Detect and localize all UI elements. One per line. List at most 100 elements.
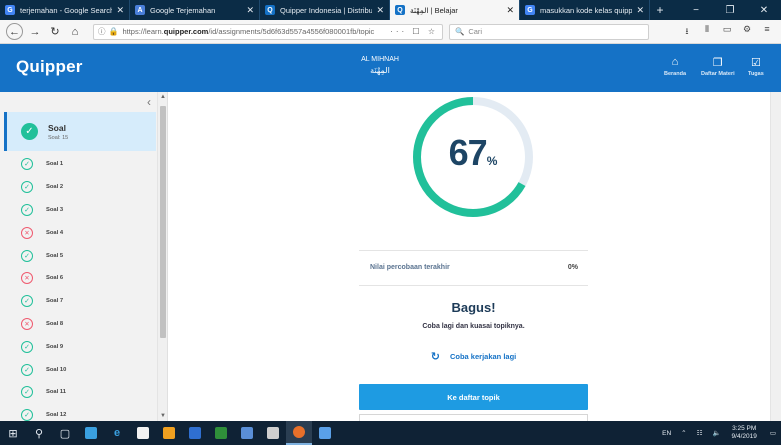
quipper-logo[interactable]: Quipper <box>16 57 83 77</box>
browser-toolbar: ⭳ ⫴ ▭ ⚙ ≡ <box>677 24 777 40</box>
question-label: Soal 1 <box>46 161 64 168</box>
volume-icon[interactable]: 🔈 <box>712 429 720 437</box>
check-circle-icon: ✓ <box>21 158 33 171</box>
back-arrow-icon[interactable]: ← <box>6 23 23 40</box>
browser-tab[interactable]: A Google Terjemahan ✕ <box>130 0 260 20</box>
last-attempt-label: Nilai percobaan terakhir <box>370 264 450 271</box>
minimize-icon[interactable]: − <box>679 0 713 20</box>
library-icon[interactable]: ⫴ <box>697 24 717 40</box>
question-list: ✓ Soal 1 ✓ Soal 2 ✓ Soal 3 ✕ Soal 4 ✓ Soal 5 ✕ Soal… <box>0 153 156 421</box>
sidebar-title: Soal <box>48 122 66 133</box>
last-attempt-row: Nilai percobaan terakhir 0% <box>370 264 578 271</box>
question-item[interactable]: ✓ Soal 1 <box>0 153 156 176</box>
nav-tugas[interactable]: ☑ Tugas <box>748 56 764 77</box>
course-title-arabic: المِهْنَة <box>370 66 390 75</box>
chevron-left-icon[interactable]: ‹ <box>147 95 151 109</box>
edge-icon[interactable]: e <box>104 421 130 445</box>
verdict-heading: Bagus! <box>451 300 496 315</box>
question-label: Soal 11 <box>46 389 66 396</box>
question-item[interactable]: ✕ Soal 8 <box>0 313 156 336</box>
menu-icon[interactable]: ≡ <box>757 24 777 40</box>
verdict-message: Coba lagi dan kuasai topiknya. <box>422 323 525 330</box>
windows-start-icon[interactable]: ⊞ <box>0 421 26 445</box>
question-item[interactable]: ✕ Soal 6 <box>0 267 156 290</box>
close-tab-icon[interactable]: ✕ <box>506 5 514 16</box>
clock[interactable]: 3:25 PM 9/4/2019 <box>732 425 757 441</box>
close-tab-icon[interactable]: ✕ <box>636 5 644 16</box>
lock-icon: 🔒 <box>108 27 119 36</box>
app-icon[interactable] <box>182 421 208 445</box>
extension-icon[interactable]: ⚙ <box>737 24 757 40</box>
google-icon: G <box>525 5 535 15</box>
question-item[interactable]: ✓ Soal 10 <box>0 358 156 381</box>
topic-list-button[interactable]: Ke daftar topik <box>359 384 588 410</box>
app-icon[interactable] <box>312 421 338 445</box>
check-icon: ✓ <box>21 123 38 140</box>
language-indicator[interactable]: EN <box>662 430 671 437</box>
cross-circle-icon: ✕ <box>21 317 33 330</box>
close-tab-icon[interactable]: ✕ <box>246 5 254 16</box>
app-icon[interactable] <box>78 421 104 445</box>
sidebar-toggle-icon[interactable]: ▭ <box>717 24 737 40</box>
nav-beranda[interactable]: ⌂ Beranda <box>664 56 686 77</box>
question-item[interactable]: ✓ Soal 7 <box>0 290 156 313</box>
maximize-icon[interactable]: ❐ <box>713 0 747 20</box>
scroll-thumb[interactable] <box>160 106 166 338</box>
scroll-down-icon[interactable]: ▼ <box>158 413 167 419</box>
download-icon[interactable]: ⭳ <box>677 24 697 40</box>
reload-icon[interactable]: ↻ <box>47 24 63 40</box>
browser-tab-label: Google Terjemahan <box>150 5 216 15</box>
close-window-icon[interactable]: ✕ <box>747 0 781 20</box>
app-header: Quipper AL MIHNAH المِهْنَة ⌂ Beranda ❐ … <box>0 44 781 92</box>
sidebar-header[interactable]: ✓ Soal Soal: 15 <box>4 112 156 151</box>
question-item[interactable]: ✓ Soal 9 <box>0 335 156 358</box>
forward-arrow-icon[interactable]: → <box>27 24 43 40</box>
app-icon[interactable] <box>234 421 260 445</box>
browser-tab-label: Quipper Indonesia | Distributo <box>280 5 373 15</box>
browser-tab[interactable]: Q Quipper Indonesia | Distributo ✕ <box>260 0 390 20</box>
question-item[interactable]: ✓ Soal 12 <box>0 404 156 421</box>
notification-icon[interactable]: ▭ <box>770 429 776 437</box>
divider <box>359 285 588 286</box>
scroll-up-icon[interactable]: ▲ <box>158 94 167 100</box>
tray-chevron-icon[interactable]: ⌃ <box>681 429 686 437</box>
page-actions-icon[interactable]: ··· ☐ ☆ <box>390 27 438 36</box>
question-item[interactable]: ✓ Soal 2 <box>0 176 156 199</box>
nav-daftar-materi[interactable]: ❐ Daftar Materi <box>701 56 735 77</box>
info-icon[interactable]: ⓘ <box>98 26 106 37</box>
close-tab-icon[interactable]: ✕ <box>376 5 384 16</box>
retry-link[interactable]: ↻ Coba kerjakan lagi <box>359 350 588 363</box>
firefox-icon[interactable] <box>286 421 312 445</box>
task-view-icon[interactable]: ▢ <box>52 421 78 445</box>
store-icon[interactable] <box>130 421 156 445</box>
browser-tab[interactable]: Q المِهْنَة | Belajar ✕ <box>390 0 520 20</box>
collapse-sidebar-button[interactable]: ‹ <box>0 92 167 112</box>
home-browser-icon[interactable]: ⌂ <box>67 24 83 40</box>
search-taskbar-icon[interactable]: ⚲ <box>26 421 52 445</box>
question-item[interactable]: ✕ Soal 4 <box>0 221 156 244</box>
divider <box>359 250 588 251</box>
question-item[interactable]: ✓ Soal 5 <box>0 244 156 267</box>
url-text[interactable]: https://learn.quipper.com/id/assignments… <box>122 27 386 36</box>
question-label: Soal 6 <box>46 275 64 282</box>
question-item[interactable]: ✓ Soal 3 <box>0 199 156 222</box>
app-icon[interactable] <box>156 421 182 445</box>
question-label: Soal 3 <box>46 206 64 213</box>
last-attempt-value: 0% <box>567 264 578 271</box>
question-label: Soal 12 <box>46 412 67 419</box>
google-icon: G <box>5 5 15 15</box>
course-title: AL MIHNAH المِهْنَة <box>340 54 420 76</box>
browser-tab[interactable]: Gmasukkan kode kelas quipper ✕ <box>520 0 650 20</box>
new-tab-button[interactable]: + <box>650 0 670 20</box>
url-bar[interactable]: ⓘ 🔒 https://learn.quipper.com/id/assignm… <box>93 23 443 40</box>
network-icon[interactable]: ☷ <box>697 429 703 437</box>
materials-icon: ❐ <box>712 57 723 69</box>
app-icon[interactable] <box>260 421 286 445</box>
close-tab-icon[interactable]: ✕ <box>116 5 124 16</box>
page-scrollbar[interactable] <box>770 92 781 421</box>
browser-tab[interactable]: Gterjemahan - Google Search ✕ <box>0 0 130 20</box>
search-input[interactable]: 🔍 Cari <box>449 23 649 40</box>
sidebar-scrollbar[interactable]: ▲ ▼ <box>157 92 167 421</box>
app-icon[interactable] <box>208 421 234 445</box>
question-item[interactable]: ✓ Soal 11 <box>0 381 156 404</box>
